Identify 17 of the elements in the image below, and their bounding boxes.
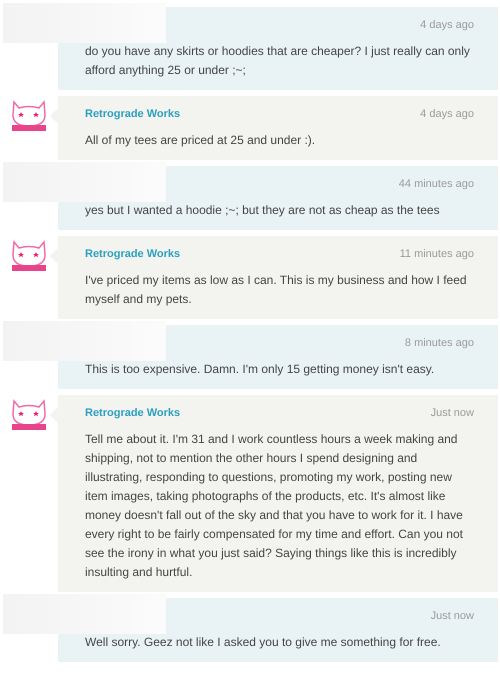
message-text: do you have any skirts or hoodies that are cheaper? I just really can only afford anything 25 or under ;~; — [85, 43, 471, 79]
timestamp: 11 minutes ago — [400, 248, 474, 260]
timestamp: 8 minutes ago — [404, 337, 474, 349]
timestamp: 4 days ago — [420, 19, 474, 31]
message-text: Well sorry. Geez not like I asked you to give me something for free. — [85, 634, 442, 651]
message-text: yes but I wanted a hoodie ;~; but they are not as cheap as the tees — [85, 202, 441, 219]
timestamp: 4 days ago — [420, 108, 474, 120]
author-name[interactable]: Retrograde Works — [85, 407, 180, 419]
timestamp: 44 minutes ago — [398, 178, 474, 190]
author-name[interactable]: Retrograde Works — [85, 248, 180, 260]
message-text: All of my tees are priced at 25 and under :). — [85, 132, 316, 149]
message-text: Tell me about it. I'm 31 and I work countless hours a week making and shipping, not to mention the other hours I spend designing and illustrating, responding to questions, promoting my work, posting new item images, taking photographs of the products, etc. It's almost like money doesn't fall out of the sky and that you have to work for it. I have every right to be fairly compensated for my time and effort. Can you not see the irony in what you just said? Saying things like this is incredibly insulting and hurtful. — [85, 431, 464, 581]
timestamp: Just now — [430, 610, 474, 622]
message-text: This is too expensive. Damn. I'm only 15 getting money isn't easy. — [85, 361, 436, 378]
message-text: I've priced my items as low as I can. This is my business and how I feed myself and my pets. — [85, 272, 468, 308]
timestamp: Just now — [430, 407, 474, 419]
author-name[interactable]: Retrograde Works — [85, 108, 180, 120]
